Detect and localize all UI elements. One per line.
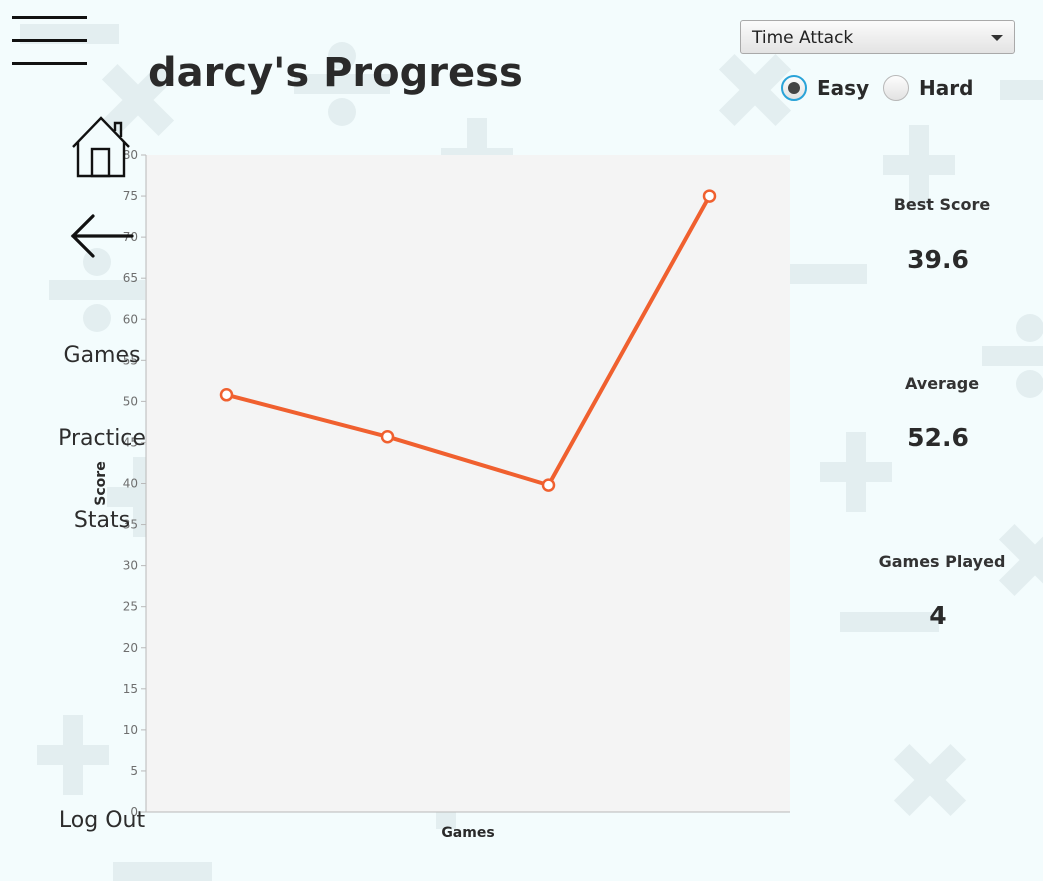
back-button[interactable] [68,212,134,260]
radio-button-icon [781,75,807,101]
y-tick-label: 50 [123,394,138,408]
y-tick-label: 25 [123,600,138,614]
easy-label: Easy [817,76,870,100]
page-title: darcy's Progress [148,50,523,96]
logout-link[interactable]: Log Out [0,808,204,833]
nav-link-stats[interactable]: Stats [0,508,204,533]
radio-button-icon [883,75,909,101]
data-point [541,478,556,492]
data-point [702,189,717,203]
games-played-label: Games Played [878,552,1006,571]
hard-label: Hard [919,76,974,100]
y-tick-label: 40 [123,477,138,491]
game-mode-select[interactable]: Time Attack [740,20,1015,54]
y-tick-label: 10 [123,723,138,737]
easy-radio[interactable]: Easy [781,72,869,104]
best-score-label: Best Score [893,195,991,214]
games-played-value: 4 [929,601,947,630]
nav-link-games[interactable]: Games [0,343,204,368]
y-tick-label: 20 [123,641,138,655]
y-tick-label: 60 [123,312,138,326]
best-score-value: 39.6 [907,245,969,274]
score-line-chart: 05101520253035404550556065707580GamesSco… [93,148,790,841]
average-label: Average [904,374,980,393]
y-tick-label: 15 [123,682,138,696]
y-tick-label: 65 [123,271,138,285]
chevron-down-icon [991,35,1003,41]
average-value: 52.6 [907,423,969,452]
nav-link-practice[interactable]: Practice [0,426,204,451]
data-point [219,388,234,402]
back-arrow-icon [70,214,134,258]
y-axis-title: Score [93,461,109,505]
home-icon [72,116,130,178]
data-point [380,429,395,444]
hard-radio[interactable]: Hard [883,72,973,104]
x-axis-title: Games [441,825,494,841]
y-tick-label: 30 [123,559,138,573]
game-mode-value: Time Attack [752,28,854,48]
menu-button[interactable] [12,16,88,68]
y-tick-label: 75 [123,189,138,203]
home-button[interactable] [70,115,132,179]
plot-area [146,155,790,812]
y-tick-label: 5 [130,764,138,778]
